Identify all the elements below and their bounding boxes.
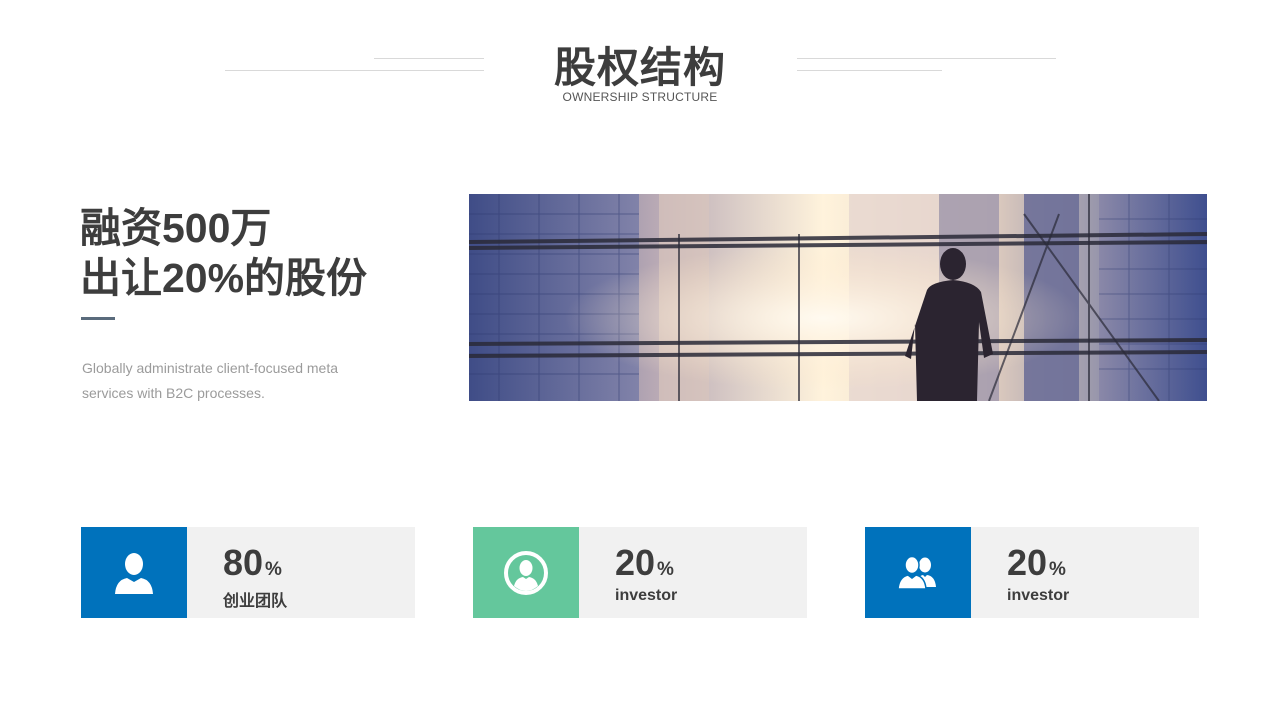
intro-description: Globally administrate client-focused met… — [82, 360, 339, 401]
stat-card-1-label: 创业团队 — [223, 593, 288, 610]
stat-card-1: 80% 创业团队 — [81, 527, 415, 618]
stat-card-1-iconbox — [81, 527, 187, 618]
stat-card-3: 20% investor — [865, 527, 1199, 618]
stat-card-2-value: 20% — [615, 542, 674, 583]
headline-line-1: 融资500万 — [80, 205, 272, 251]
headline-line-2: 出让20%的股份 — [80, 255, 368, 301]
stat-card-2-label: investor — [615, 587, 678, 604]
stat-card-3-iconbox — [865, 527, 971, 618]
page-subtitle: OWNERSHIP STRUCTURE — [562, 90, 718, 104]
headline: 融资500万 出让20%的股份 — [80, 203, 367, 303]
user-circle-icon — [504, 550, 548, 595]
person-icon — [115, 552, 153, 594]
stat-card-3-label: investor — [1007, 587, 1070, 604]
stat-card-2-iconbox — [473, 527, 579, 618]
city-photo — [469, 194, 1207, 401]
page-title: 股权结构 — [553, 44, 726, 91]
stat-card-3-value: 20% — [1007, 542, 1066, 583]
stat-card-1-value: 80% — [223, 542, 282, 583]
group-icon — [897, 555, 936, 590]
accent-bar — [81, 317, 115, 320]
stat-card-2: 20% investor — [473, 527, 807, 618]
